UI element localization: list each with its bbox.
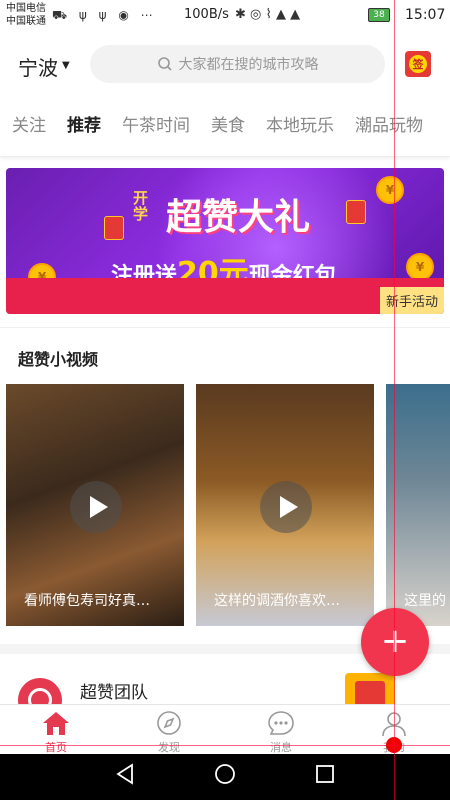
search-placeholder: 大家都在搜的城市攻略 bbox=[178, 57, 319, 73]
create-post-button[interactable]: + bbox=[361, 608, 429, 676]
coin-icon: ¥ bbox=[376, 176, 404, 204]
carrier-2: 中国联通 bbox=[6, 16, 46, 27]
caret-down-icon: ▼ bbox=[62, 60, 70, 71]
banner-title: 超赞大礼 bbox=[166, 197, 311, 238]
tab-follow[interactable]: 关注 bbox=[12, 96, 46, 156]
home-circle-icon[interactable] bbox=[213, 762, 237, 790]
team-name: 超赞团队 bbox=[80, 683, 148, 703]
tab-local-fun[interactable]: 本地玩乐 bbox=[266, 96, 334, 156]
divider bbox=[0, 327, 450, 328]
play-icon[interactable] bbox=[260, 481, 312, 533]
tab-recommend[interactable]: 推荐 bbox=[67, 96, 101, 156]
recents-icon[interactable] bbox=[314, 762, 336, 790]
nav-discover[interactable]: 发现 bbox=[124, 705, 214, 755]
avatar bbox=[18, 678, 62, 704]
status-bar: 中国电信 中国联通 ⛟ ψ ψ ◉ ⋯ 100B/s ✱ ◎ ⌇ ▲ ▲ 38 … bbox=[0, 0, 450, 32]
promo-banner[interactable]: ¥ ¥ ¥ ¥ 开学 超赞大礼 注册送20元现金红包 新手活动 bbox=[6, 168, 444, 314]
red-envelope-icon bbox=[104, 216, 124, 240]
coin-icon: ¥ bbox=[406, 253, 434, 281]
signin-icon: 签 bbox=[409, 55, 427, 73]
notification-icons: ⛟ ψ ψ ◉ ⋯ bbox=[52, 8, 157, 22]
search-bar[interactable]: 大家都在搜的城市攻略 bbox=[90, 45, 385, 83]
city-selector[interactable]: 宁波 ▼ bbox=[18, 52, 70, 81]
video-caption: 看师傅包寿司好真… bbox=[24, 593, 150, 609]
banner-badge: 新手活动 bbox=[379, 287, 444, 314]
section-title: 超赞小视频 bbox=[18, 350, 99, 369]
clock: 15:07 bbox=[405, 7, 446, 23]
banner-title-prefix: 开学 bbox=[133, 189, 149, 223]
guide-line-horizontal bbox=[0, 745, 450, 746]
carrier-info: 中国电信 中国联通 bbox=[6, 2, 46, 28]
app-header: 宁波 ▼ 大家都在搜的城市攻略 签 bbox=[0, 32, 450, 96]
banner-ground bbox=[6, 278, 444, 314]
video-caption: 这里的 bbox=[404, 593, 446, 609]
system-nav-bar bbox=[0, 754, 450, 800]
tab-trendy-goods[interactable]: 潮品玩物 bbox=[355, 96, 423, 156]
red-packet-icon[interactable] bbox=[345, 673, 395, 704]
red-envelope-icon bbox=[346, 200, 366, 224]
search-icon bbox=[157, 57, 172, 71]
nav-messages[interactable]: 消息 bbox=[236, 705, 326, 755]
tab-food[interactable]: 美食 bbox=[211, 96, 245, 156]
nav-home[interactable]: 首页 bbox=[11, 705, 101, 755]
tab-afternoon-tea[interactable]: 午茶时间 bbox=[122, 96, 190, 156]
carrier-1: 中国电信 bbox=[6, 3, 46, 14]
system-status-icons: ✱ ◎ ⌇ ▲ ▲ bbox=[235, 7, 301, 22]
nav-label: 首页 bbox=[45, 741, 67, 754]
city-name: 宁波 bbox=[18, 56, 58, 80]
signin-button[interactable]: 签 bbox=[405, 51, 431, 77]
chat-icon bbox=[268, 711, 294, 735]
bottom-nav: 首页 发现 消息 我的 bbox=[0, 704, 450, 755]
video-caption: 这样的调酒你喜欢… bbox=[214, 593, 340, 609]
video-card[interactable]: 这样的调酒你喜欢… bbox=[196, 384, 374, 626]
back-icon[interactable] bbox=[114, 762, 136, 790]
video-card[interactable]: 看师傅包寿司好真… bbox=[6, 384, 184, 626]
category-tabs: 关注 推荐 午茶时间 美食 本地玩乐 潮品玩物 bbox=[0, 96, 450, 157]
play-icon[interactable] bbox=[70, 481, 122, 533]
network-speed: 100B/s bbox=[184, 7, 229, 22]
compass-icon bbox=[157, 711, 181, 735]
video-card[interactable]: 这里的 bbox=[386, 384, 450, 626]
nav-label: 消息 bbox=[270, 741, 292, 754]
guide-line-vertical bbox=[394, 0, 395, 800]
battery-icon: 38 bbox=[368, 8, 390, 22]
nav-label: 发现 bbox=[158, 741, 180, 754]
home-icon bbox=[43, 712, 69, 735]
